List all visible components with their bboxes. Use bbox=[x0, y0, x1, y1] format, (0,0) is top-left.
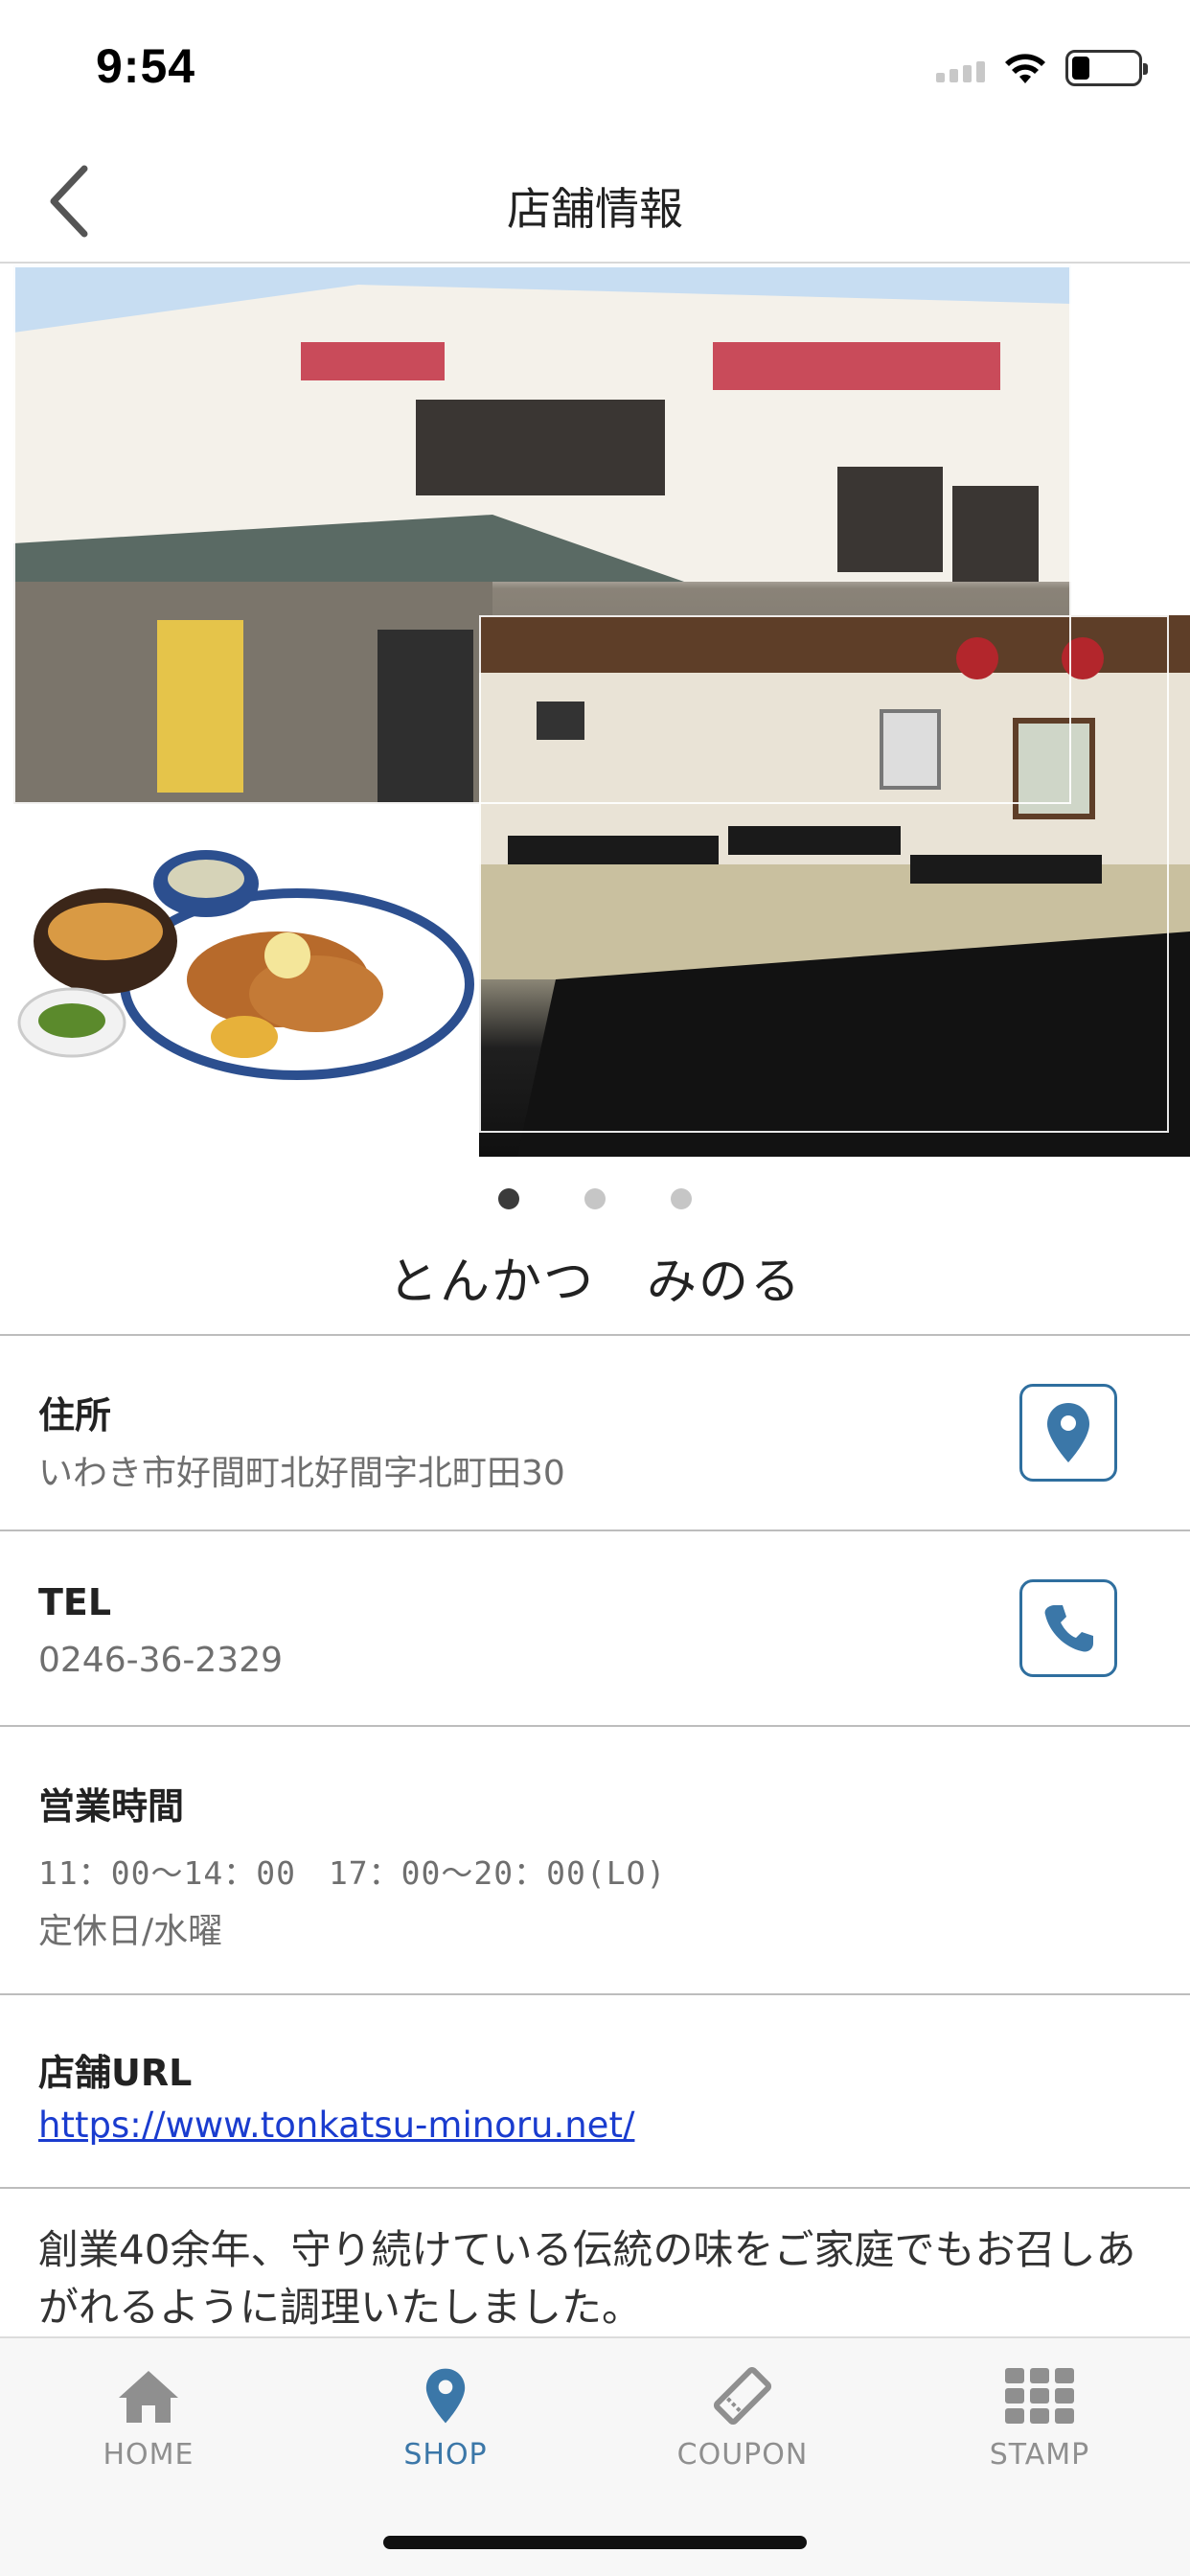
carousel-dot-3[interactable] bbox=[671, 1188, 692, 1209]
image-carousel[interactable] bbox=[0, 265, 1190, 1157]
holiday-value: 定休日/水曜 bbox=[38, 1912, 223, 1951]
status-icons bbox=[936, 50, 1148, 86]
tel-value: 0246-36-2329 bbox=[38, 1641, 284, 1680]
carousel-page-indicator bbox=[0, 1188, 1190, 1209]
page-title: 店舗情報 bbox=[507, 183, 683, 235]
address-label: 住所 bbox=[38, 1394, 112, 1437]
divider bbox=[0, 1993, 1190, 1995]
carousel-dot-2[interactable] bbox=[584, 1188, 606, 1209]
shop-description: 創業40余年、守り続けている伝統の味をご家庭でもお召しあがれるように調理いたしま… bbox=[38, 2226, 1136, 2331]
map-pin-icon bbox=[425, 2368, 466, 2424]
hours-value: 11：00～14：00 17：00～20：00(LO) bbox=[38, 1854, 667, 1892]
status-time: 9:54 bbox=[96, 39, 196, 93]
tab-home[interactable]: HOME bbox=[53, 2361, 244, 2472]
photo-frame bbox=[479, 615, 1169, 1133]
url-label: 店舗URL bbox=[38, 2052, 193, 2094]
tab-stamp[interactable]: STAMP bbox=[944, 2361, 1135, 2472]
map-pin-icon bbox=[1047, 1403, 1089, 1462]
call-button[interactable] bbox=[1019, 1579, 1117, 1677]
home-icon bbox=[119, 2371, 178, 2423]
divider bbox=[0, 2187, 1190, 2189]
address-value: いわき市好間町北好間字北町田30 bbox=[38, 1454, 565, 1493]
navigation-bar: 店舗情報 bbox=[0, 134, 1190, 264]
tab-home-label: HOME bbox=[103, 2438, 195, 2472]
home-indicator[interactable] bbox=[383, 2536, 807, 2549]
hours-label: 営業時間 bbox=[38, 1785, 185, 1828]
tonkatsu-set-meal-photo bbox=[0, 812, 474, 1157]
divider bbox=[0, 1334, 1190, 1336]
grid-icon bbox=[1005, 2368, 1074, 2424]
tab-stamp-label: STAMP bbox=[989, 2438, 1090, 2472]
tab-shop-label: SHOP bbox=[403, 2438, 488, 2472]
divider bbox=[0, 1725, 1190, 1727]
tab-coupon-label: COUPON bbox=[676, 2438, 809, 2472]
tab-coupon[interactable]: COUPON bbox=[647, 2361, 838, 2472]
map-button[interactable] bbox=[1019, 1384, 1117, 1482]
wifi-icon bbox=[1005, 54, 1045, 83]
signal-icon bbox=[936, 54, 985, 82]
shop-name: とんかつ みのる bbox=[387, 1254, 802, 1311]
carousel-dot-1[interactable] bbox=[498, 1188, 519, 1209]
battery-icon bbox=[1065, 50, 1148, 86]
status-bar: 9:54 bbox=[0, 0, 1190, 134]
shop-url-link[interactable]: https://www.tonkatsu-minoru.net/ bbox=[38, 2104, 634, 2146]
divider bbox=[0, 1530, 1190, 1531]
ticket-icon bbox=[713, 2366, 772, 2426]
tel-label: TEL bbox=[38, 1581, 112, 1623]
tab-shop[interactable]: SHOP bbox=[350, 2361, 541, 2472]
phone-icon bbox=[1044, 1605, 1093, 1652]
